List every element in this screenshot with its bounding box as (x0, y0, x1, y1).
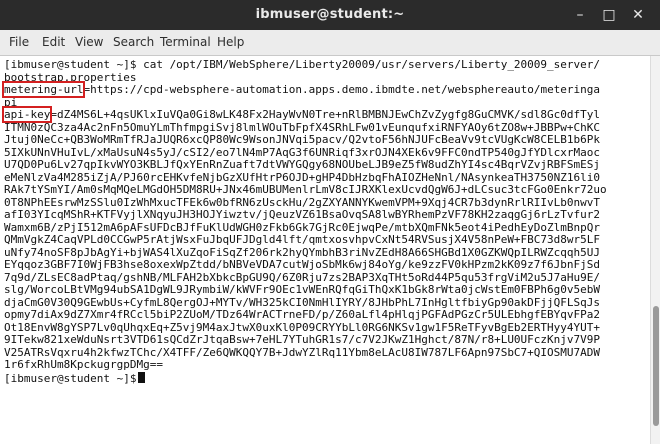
window-titlebar: ibmuser@student:~ – □ ✕ (0, 0, 660, 30)
final-prompt-line: [ibmuser@student ~]$ (4, 371, 644, 386)
api-key-continuation-line: U7QD0Pu6Lv27qpIkvWYO3KBLJfQxYEnRnZuaft7d… (4, 158, 601, 171)
menu-terminal[interactable]: Terminal (160, 35, 211, 49)
api-key-line: api-key=dZ4MS6L+4qsUKlxIuVQa0Gi8wLK48Fx2… (1, 106, 644, 123)
terminal-output: [ibmuser@student ~]$ cat /opt/IBM/WebSph… (1, 58, 644, 386)
metering-url-line: metering-url=https://cpd-websphere-autom… (1, 81, 644, 98)
menu-search[interactable]: Search (113, 35, 154, 49)
api-key-continuation-line: QMmVgkZ4CaqVPLd0CCGwP5rAtjWsxFuJbqUFJDgl… (4, 233, 601, 246)
menu-help[interactable]: Help (217, 35, 244, 49)
api-key-continuation-line: Jtuj0NeCc+QB3WoMRmTfRJaJUQR6xcQP80Wc9Wso… (4, 133, 601, 146)
scrollbar-thumb[interactable] (653, 306, 659, 426)
menu-edit[interactable]: Edit (42, 35, 65, 49)
api-key-continuation-line: opmy7diAx9dZ7Xmr4fRCcl5biP2ZUoM/TDz64WrA… (4, 308, 601, 321)
close-icon[interactable]: ✕ (629, 6, 647, 24)
scrollbar[interactable] (650, 56, 660, 444)
terminal-cursor (138, 371, 146, 383)
command-line: [ibmuser@student ~]$ cat /opt/IBM/WebSph… (4, 58, 601, 71)
menu-file[interactable]: File (9, 35, 29, 49)
api-key-continuation-line: 9ITekw821xeWduNsrt3VTD61sQCdZrJtqaBsw+7e… (4, 333, 601, 346)
api-key-continuation-line: RAk7tYSmYI/Am0sMqMQeLMGdOH5DM8RU+JNx46mU… (4, 183, 607, 196)
metering-url-key: metering-url (1, 81, 86, 98)
window-title: ibmuser@student:~ (255, 7, 405, 22)
terminal-area[interactable]: [ibmuser@student ~]$ cat /opt/IBM/WebSph… (0, 56, 650, 444)
maximize-icon[interactable]: □ (600, 6, 618, 24)
api-key-continuation-line: slg/WorcoLBtVMg94ubSA1DgWL9JRymbiW/kWVFr… (4, 283, 601, 296)
api-key-continuation-line: afI03YIcqMShR+KTFVyjlXNqyuJH3HOJYiwztv/j… (4, 208, 601, 221)
api-key-value: =dZ4MS6L+4qsUKlxIuVQa0Gi8wLK48Fx2HayWvN0… (50, 108, 601, 121)
api-key-continuation-line: EYqqoz3GBF7I0WjFB3hse8oxexWpZtdd/bNBVeVD… (4, 258, 601, 271)
menubar: File Edit View Search Terminal Help (0, 30, 660, 56)
metering-url-value: =https://cpd-websphere-automation.apps.d… (83, 83, 601, 96)
api-key-key: api-key (1, 106, 53, 123)
minimize-icon[interactable]: – (571, 6, 589, 24)
final-prompt: [ibmuser@student ~]$ (4, 371, 137, 385)
api-key-continuation-line: 1r6fxRhUm8KpckugrgpDMg== (4, 358, 163, 371)
menu-view[interactable]: View (75, 35, 103, 49)
